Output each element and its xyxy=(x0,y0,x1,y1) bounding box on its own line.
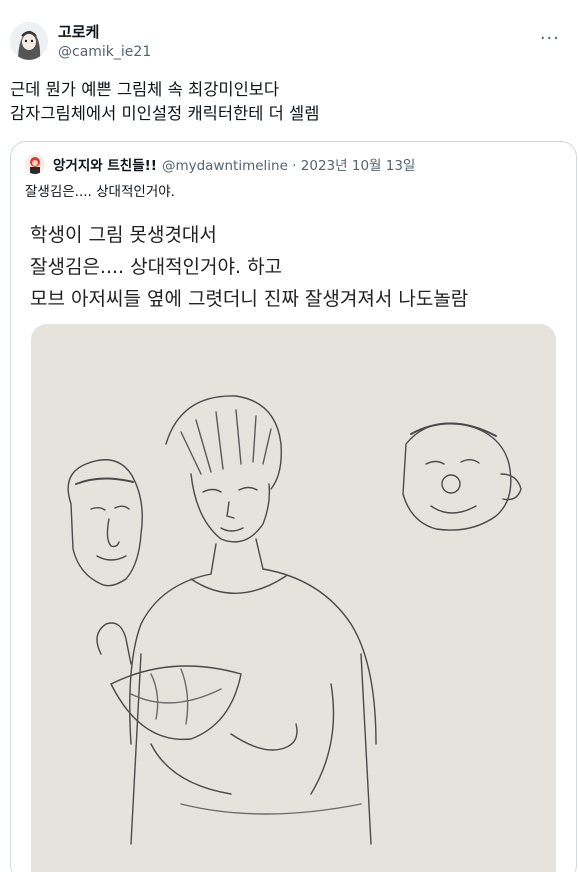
author-handle[interactable]: @camik_ie21 xyxy=(58,42,151,62)
avatar-icon xyxy=(10,22,48,60)
quoted-avatar-icon xyxy=(25,154,45,174)
avatar[interactable] xyxy=(10,22,48,60)
quoted-author-handle[interactable]: @mydawntimeline · 2023년 10월 13일 xyxy=(162,154,415,174)
author-name[interactable]: 고로케 xyxy=(58,22,151,42)
quoted-media[interactable]: 학생이 그림 못생겻대서 잘생김은.... 상대적인거야. 하고 모브 아저씨들… xyxy=(16,203,573,872)
quoted-tweet[interactable]: 앙거지와 트친들!! @mydawntimeline · 2023년 10월 1… xyxy=(10,141,577,872)
image-caption-line: 모브 아저씨들 옆에 그렷더니 진짜 잘생겨져서 나도놀람 xyxy=(30,288,469,310)
more-button[interactable]: ··· xyxy=(540,28,560,49)
sketch-photo[interactable] xyxy=(31,324,556,872)
tweet-text-line: 감자그림체에서 미인설정 캐릭터한테 더 셀렘 xyxy=(10,104,320,123)
quoted-tweet-header: 앙거지와 트친들!! @mydawntimeline · 2023년 10월 1… xyxy=(25,154,415,174)
more-icon: ··· xyxy=(539,28,560,49)
quoted-tweet-text: 잘생김은.... 상대적인거야. xyxy=(25,184,175,200)
author-block: 고로케 @camik_ie21 xyxy=(58,22,151,62)
tweet-text: 근데 뭔가 예쁜 그림체 속 최강미인보다 감자그림체에서 미인설정 캐릭터한테… xyxy=(10,78,570,126)
quoted-author-name[interactable]: 앙거지와 트친들!! xyxy=(53,154,157,174)
image-caption-line: 학생이 그림 못생겻대서 xyxy=(30,224,217,246)
sketch-illustration xyxy=(31,324,556,872)
image-caption-line: 잘생김은.... 상대적인거야. 하고 xyxy=(30,256,283,278)
image-caption: 학생이 그림 못생겻대서 잘생김은.... 상대적인거야. 하고 모브 아저씨들… xyxy=(30,219,468,315)
tweet-text-line: 근데 뭔가 예쁜 그림체 속 최강미인보다 xyxy=(10,80,280,99)
quoted-avatar xyxy=(25,154,45,174)
